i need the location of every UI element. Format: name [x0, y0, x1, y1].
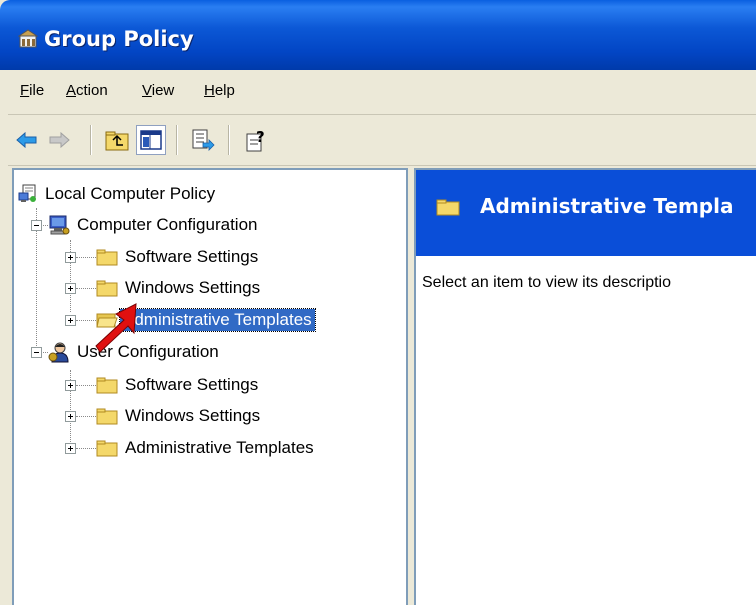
tree-connector — [76, 448, 96, 449]
show-hide-console-tree-icon — [140, 130, 162, 150]
menu-file[interactable]: File — [20, 82, 44, 99]
tree-item-user-windows-settings[interactable]: Windows Settings — [96, 402, 263, 430]
collapse-toggle[interactable] — [31, 220, 42, 231]
help-icon: ? — [246, 128, 265, 152]
tree-connector — [76, 416, 96, 417]
up-one-level-button[interactable] — [102, 125, 132, 155]
expand-toggle[interactable] — [65, 315, 76, 326]
details-pane[interactable]: Administrative Templa Select an item to … — [414, 168, 756, 605]
toolbar-separator — [176, 125, 178, 155]
expand-toggle[interactable] — [65, 283, 76, 294]
tree-connector — [76, 385, 96, 386]
tree-item-windows-settings[interactable]: Windows Settings — [96, 274, 263, 302]
menu-view[interactable]: View — [142, 82, 174, 99]
window-title: Group Policy — [44, 27, 194, 51]
menu-view-mnemonic: V — [142, 82, 152, 99]
tree-connector — [76, 257, 96, 258]
help-button[interactable]: ? — [242, 125, 272, 155]
tree-connector — [70, 240, 71, 312]
menu-action-rest: ction — [76, 82, 108, 99]
tree-label: Software Settings — [125, 247, 259, 266]
computer-policy-icon — [18, 184, 36, 202]
svg-text:?: ? — [256, 128, 265, 146]
tree-label: Windows Settings — [125, 406, 261, 425]
tree-item-user-software-settings[interactable]: Software Settings — [96, 371, 261, 399]
menu-view-rest: iew — [151, 82, 175, 99]
forward-arrow-icon — [49, 132, 70, 148]
tree-item-software-settings[interactable]: Software Settings — [96, 243, 261, 271]
user-configuration-icon — [48, 342, 69, 363]
menu-file-rest: ile — [29, 82, 45, 99]
tree-connector — [76, 288, 96, 289]
back-button[interactable] — [12, 125, 42, 155]
folder-icon — [96, 440, 118, 457]
tree-label: Administrative Templates — [125, 438, 314, 457]
details-title: Administrative Templa — [480, 194, 734, 218]
menu-action[interactable]: Action — [66, 82, 108, 99]
toolbar: ? — [8, 115, 756, 166]
folder-icon — [436, 199, 460, 216]
tree-item-user-administrative-templates[interactable]: Administrative Templates — [96, 434, 317, 462]
collapse-toggle[interactable] — [31, 347, 42, 358]
forward-button[interactable] — [44, 125, 74, 155]
details-header: Administrative Templa — [416, 170, 756, 256]
menu-file-mnemonic: F — [20, 82, 30, 99]
tree-label: Windows Settings — [125, 278, 261, 297]
tree-label: Software Settings — [125, 375, 259, 394]
expand-toggle[interactable] — [65, 380, 76, 391]
group-policy-window: Group Policy File Action View Help ? Loc… — [0, 0, 756, 605]
expand-toggle[interactable] — [65, 252, 76, 263]
toolbar-separator — [228, 125, 230, 155]
annotation-arrow-icon — [95, 303, 137, 353]
show-hide-console-tree-button[interactable] — [136, 125, 166, 155]
menu-help[interactable]: Help — [204, 82, 235, 99]
title-bar[interactable]: Group Policy — [0, 0, 756, 70]
group-policy-icon — [18, 29, 38, 48]
folder-icon — [96, 377, 118, 394]
export-list-icon — [192, 129, 215, 151]
export-list-button[interactable] — [188, 125, 218, 155]
folder-icon — [96, 408, 118, 425]
menu-action-mnemonic: A — [66, 82, 77, 99]
console-tree[interactable]: Local Computer Policy Computer Configura… — [12, 168, 408, 605]
details-description: Select an item to view its descriptio — [422, 274, 671, 291]
expand-toggle[interactable] — [65, 443, 76, 454]
back-arrow-icon — [16, 132, 37, 148]
tree-item-local-computer-policy[interactable]: Local Computer Policy — [18, 180, 218, 208]
up-one-level-icon — [105, 131, 129, 151]
toolbar-separator — [90, 125, 92, 155]
computer-configuration-icon — [49, 215, 70, 235]
tree-label: Administrative Templates — [119, 308, 316, 332]
tree-label: Computer Configuration — [77, 215, 258, 234]
menu-help-mnemonic: H — [204, 82, 215, 99]
menu-bar: File Action View Help — [8, 70, 756, 115]
folder-icon — [96, 249, 118, 266]
tree-item-computer-configuration[interactable]: Computer Configuration — [48, 211, 260, 239]
menu-help-rest: elp — [214, 82, 235, 99]
tree-label: Local Computer Policy — [45, 184, 216, 203]
expand-toggle[interactable] — [65, 411, 76, 422]
folder-icon — [96, 280, 118, 297]
